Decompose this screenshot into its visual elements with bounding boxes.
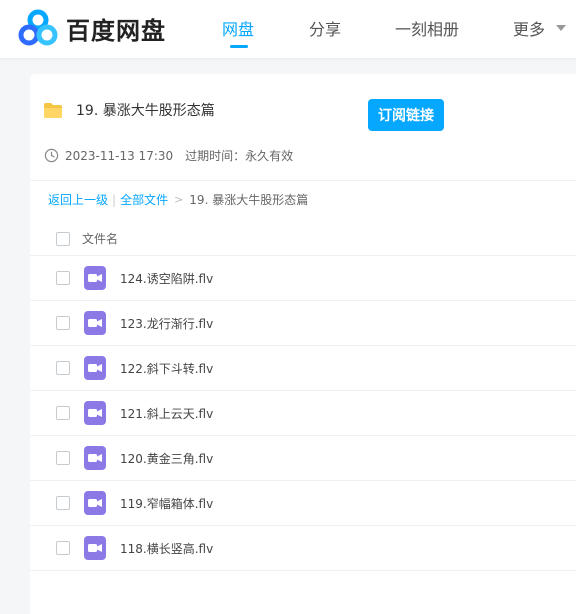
row-checkbox[interactable] (56, 496, 70, 510)
table-row[interactable]: 118.横长竖高.flv (30, 526, 576, 571)
row-checkbox[interactable] (56, 361, 70, 375)
breadcrumb-current: 19. 暴涨大牛股形态篇 (189, 193, 309, 207)
video-file-icon (84, 446, 106, 470)
table-row[interactable]: 120.黄金三角.flv (30, 436, 576, 481)
folder-title: 19. 暴涨大牛股形态篇 (76, 103, 215, 119)
subscribe-button[interactable]: 订阅链接 (368, 99, 444, 131)
file-name[interactable]: 123.龙行渐行.flv (120, 315, 213, 332)
breadcrumb-back-link[interactable]: 返回上一级 (48, 191, 108, 208)
folder-icon (44, 102, 62, 118)
video-file-icon (84, 356, 106, 380)
video-file-icon (84, 266, 106, 290)
baidu-netdisk-logo[interactable]: 百度网盘 (18, 9, 166, 47)
row-checkbox[interactable] (56, 271, 70, 285)
file-name[interactable]: 124.诱空陷阱.flv (120, 270, 213, 287)
chevron-down-icon[interactable] (556, 25, 566, 31)
table-row[interactable]: 119.窄幅箱体.flv (30, 481, 576, 526)
video-file-icon (84, 536, 106, 560)
file-name[interactable]: 119.窄幅箱体.flv (120, 495, 213, 512)
top-navigation-bar: 百度网盘 网盘 分享 一刻相册 更多 (0, 0, 576, 58)
file-name[interactable]: 121.斜上云天.flv (120, 405, 213, 422)
breadcrumb: 返回上一级 | 全部文件 > 19. 暴涨大牛股形态篇 (48, 191, 308, 208)
nav-album[interactable]: 一刻相册 (395, 16, 459, 40)
logo-icon (18, 9, 58, 46)
table-row[interactable]: 124.诱空陷阱.flv (30, 256, 576, 301)
nav-more[interactable]: 更多 (513, 16, 545, 40)
select-all-checkbox[interactable] (56, 231, 70, 246)
folder-title-row: 19. 暴涨大牛股形态篇 (44, 100, 215, 120)
video-file-icon (84, 401, 106, 425)
clock-icon (44, 148, 59, 163)
created-time: 2023-11-13 17:30 (65, 148, 174, 163)
row-checkbox[interactable] (56, 451, 70, 465)
expiry-time: 过期时间：永久有效 (185, 149, 294, 163)
table-row[interactable]: 123.龙行渐行.flv (30, 301, 576, 346)
row-checkbox[interactable] (56, 316, 70, 330)
logo-text: 百度网盘 (66, 16, 166, 45)
table-row[interactable]: 121.斜上云天.flv (30, 391, 576, 436)
file-name[interactable]: 118.横长竖高.flv (120, 540, 213, 557)
nav-active-indicator (230, 45, 248, 48)
breadcrumb-separator: | (112, 192, 117, 207)
video-file-icon (84, 491, 106, 515)
column-header-filename[interactable]: 文件名 (82, 230, 118, 247)
row-checkbox[interactable] (56, 541, 70, 555)
share-meta: 2023-11-13 17:30 过期时间：永久有效 (44, 147, 293, 164)
table-row[interactable]: 122.斜下斗转.flv (30, 346, 576, 391)
file-name[interactable]: 120.黄金三角.flv (120, 450, 213, 467)
breadcrumb-all-files-link[interactable]: 全部文件 (120, 191, 168, 208)
file-name[interactable]: 122.斜下斗转.flv (120, 360, 213, 377)
nav-netdisk[interactable]: 网盘 (222, 16, 254, 40)
nav-share[interactable]: 分享 (309, 16, 341, 40)
file-list: 124.诱空陷阱.flv 123.龙行渐行.flv 122.斜下斗转.flv 1… (30, 256, 576, 571)
video-file-icon (84, 311, 106, 335)
breadcrumb-arrow: > (174, 193, 184, 206)
row-checkbox[interactable] (56, 406, 70, 420)
divider (30, 180, 576, 181)
share-panel: 19. 暴涨大牛股形态篇 订阅链接 2023-11-13 17:30 过期时间：… (30, 74, 576, 614)
file-table-header: 文件名 (30, 222, 576, 256)
